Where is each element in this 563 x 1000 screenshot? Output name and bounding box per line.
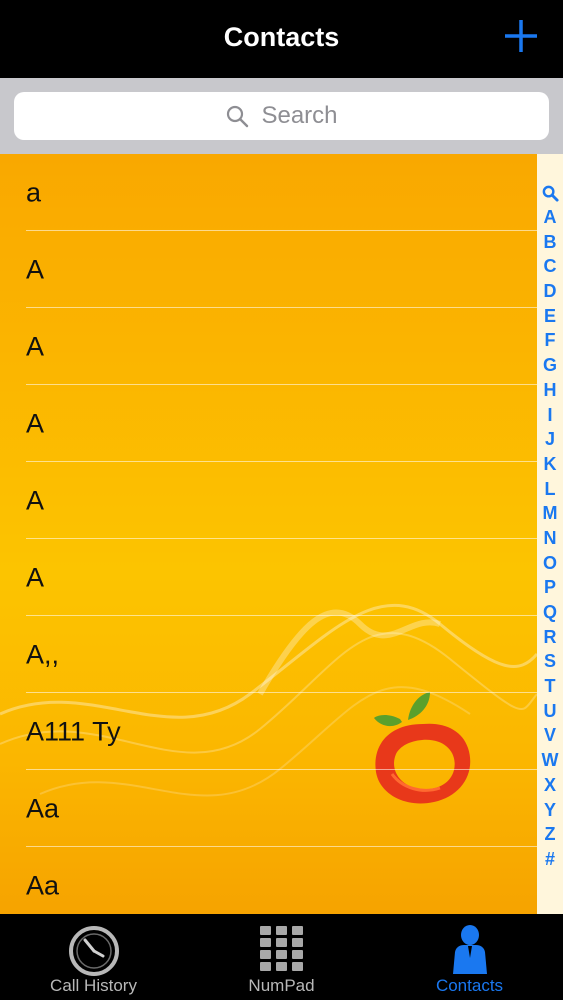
contact-row[interactable]: A111 Ty <box>0 693 537 770</box>
index-letter[interactable]: E <box>537 304 563 329</box>
keypad-icon <box>259 926 303 971</box>
index-letter[interactable]: M <box>537 501 563 526</box>
index-letter[interactable]: F <box>537 328 563 353</box>
contact-row[interactable]: Aa <box>0 770 537 847</box>
contact-row[interactable]: A,, <box>0 616 537 693</box>
index-letter[interactable]: L <box>537 477 563 502</box>
contact-row[interactable]: a <box>0 154 537 231</box>
tab-numpad[interactable]: NumPad <box>188 914 375 1000</box>
index-letter[interactable]: Y <box>537 798 563 823</box>
tab-contacts[interactable]: Contacts <box>376 914 563 1000</box>
contact-name: Aa <box>26 870 60 900</box>
tab-bar: Call History NumPad Contacts <box>0 914 563 1000</box>
contact-list-area: a A A A A A A,, A111 Ty Aa Aa <box>0 154 563 914</box>
search-placeholder: Search <box>261 102 338 129</box>
contact-name: Aa <box>26 793 60 823</box>
contact-name: A,, <box>26 639 60 669</box>
navigation-bar: Contacts <box>0 0 563 78</box>
contact-row[interactable]: A <box>0 385 537 462</box>
index-letter[interactable]: U <box>537 699 563 724</box>
index-letter[interactable]: A <box>537 205 563 230</box>
index-letter[interactable]: G <box>537 353 563 378</box>
index-letter[interactable]: I <box>537 403 563 428</box>
contact-name: A <box>26 485 45 515</box>
index-letter[interactable]: B <box>537 230 563 255</box>
index-letter[interactable]: N <box>537 526 563 551</box>
search-icon <box>227 105 249 128</box>
index-search-icon[interactable] <box>542 185 559 202</box>
contact-name: A <box>26 408 45 438</box>
contact-name: A <box>26 331 45 361</box>
contact-row[interactable]: A <box>0 539 537 616</box>
person-icon <box>452 925 487 974</box>
index-letter[interactable]: P <box>537 575 563 600</box>
index-letter[interactable]: V <box>537 723 563 748</box>
contact-name: A111 Ty <box>26 716 121 746</box>
index-letter[interactable]: J <box>537 427 563 452</box>
search-bar: Search <box>0 78 563 154</box>
tab-label: Call History <box>50 976 137 995</box>
add-contact-button[interactable] <box>501 16 541 56</box>
search-input[interactable]: Search <box>14 92 549 140</box>
index-letter[interactable]: S <box>537 649 563 674</box>
index-letter[interactable]: W <box>537 748 563 773</box>
plus-icon <box>505 20 537 52</box>
index-letter[interactable]: C <box>537 254 563 279</box>
tab-label: NumPad <box>248 976 315 995</box>
contact-row[interactable]: A <box>0 462 537 539</box>
index-letter[interactable]: T <box>537 674 563 699</box>
index-letter[interactable]: Q <box>537 600 563 625</box>
contact-name: A <box>26 562 45 592</box>
index-letter[interactable]: K <box>537 452 563 477</box>
contact-name: A <box>26 254 45 284</box>
contact-row[interactable]: A <box>0 308 537 385</box>
clock-icon <box>68 926 119 976</box>
index-letter[interactable]: # <box>537 847 563 872</box>
page-title: Contacts <box>223 22 340 52</box>
index-letter[interactable]: X <box>537 773 563 798</box>
index-letter[interactable]: O <box>537 551 563 576</box>
contact-name: a <box>26 177 42 207</box>
contact-row[interactable]: A <box>0 231 537 308</box>
tab-label: Contacts <box>435 976 504 995</box>
tab-call-history[interactable]: Call History <box>0 914 187 1000</box>
index-letter[interactable]: H <box>537 378 563 403</box>
alphabet-index[interactable]: A B C D E F G H I J K L M N O P Q R S T U V W X Y Z # <box>537 154 563 914</box>
index-letter[interactable]: R <box>537 625 563 650</box>
contact-row[interactable]: Aa <box>0 847 537 914</box>
contact-list: a A A A A A A,, A111 Ty Aa Aa <box>0 154 537 914</box>
index-letter[interactable]: D <box>537 279 563 304</box>
index-letter[interactable]: Z <box>537 822 563 847</box>
